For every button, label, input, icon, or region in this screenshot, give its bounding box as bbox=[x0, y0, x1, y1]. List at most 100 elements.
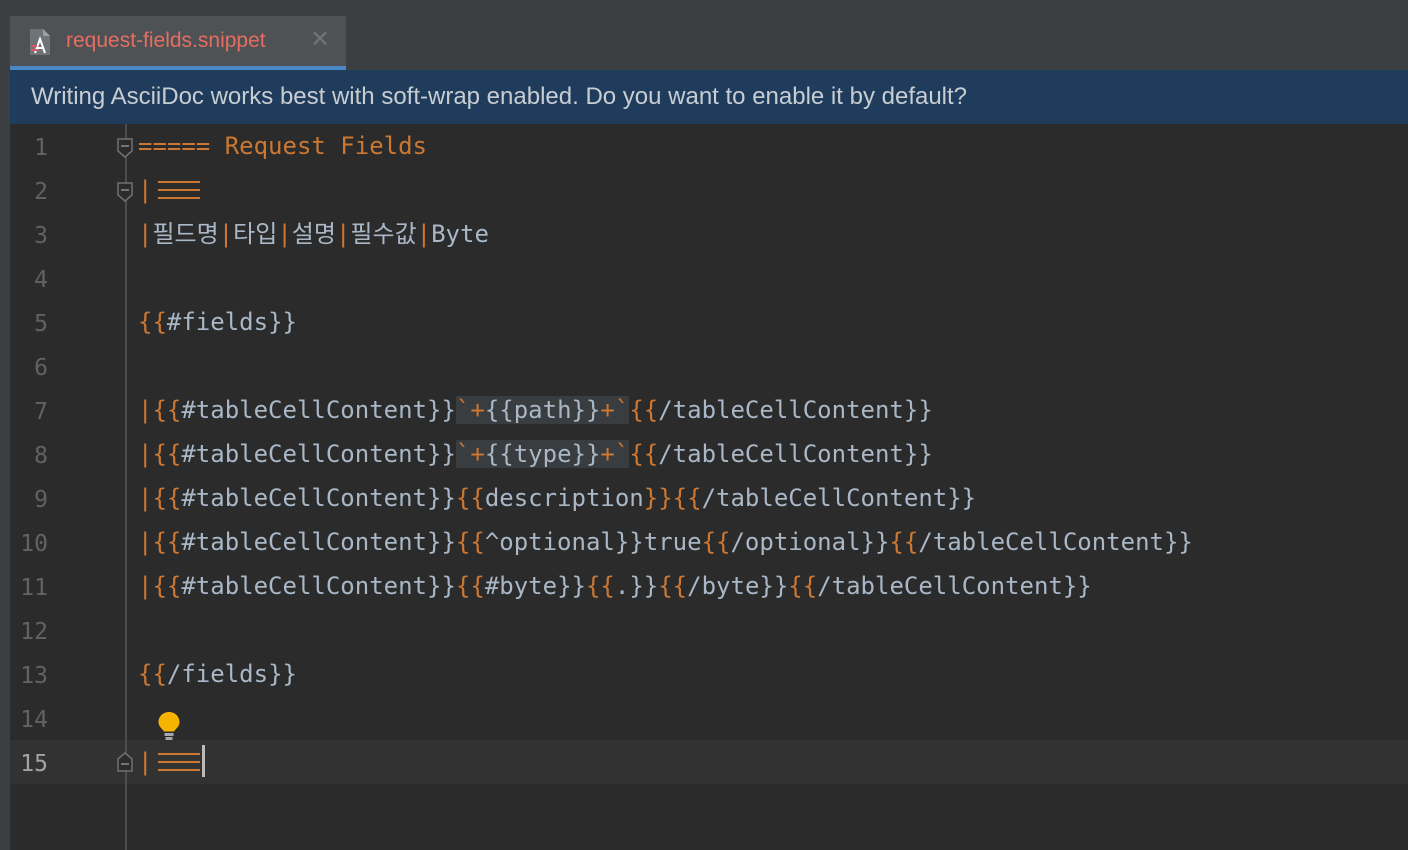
template-tag: ^optional bbox=[484, 528, 615, 556]
current-line-highlight bbox=[10, 740, 1408, 784]
pipe: | bbox=[277, 220, 292, 248]
fold-end-marker-icon[interactable] bbox=[117, 752, 133, 772]
brace: {{ bbox=[455, 572, 485, 600]
close-icon[interactable]: ✕ bbox=[310, 25, 330, 54]
line-number: 10 bbox=[20, 531, 48, 557]
brace: {{ bbox=[701, 528, 731, 556]
line-number: 5 bbox=[34, 311, 48, 337]
template-tag: #tableCellContent bbox=[181, 396, 427, 424]
code-line-9: |{{#tableCellContent}}{{description}}{{/… bbox=[138, 476, 976, 520]
template-tag: #byte bbox=[484, 572, 558, 600]
pipe: | bbox=[138, 528, 153, 556]
pipe: | bbox=[335, 220, 351, 248]
backtick: ` bbox=[614, 440, 630, 468]
line-number: 9 bbox=[34, 487, 48, 513]
lightbulb-icon[interactable] bbox=[156, 710, 182, 742]
table-delimiter: | bbox=[138, 748, 201, 776]
line-number: 11 bbox=[20, 575, 48, 601]
brace: }} bbox=[1062, 572, 1092, 600]
brace: {{ bbox=[484, 396, 514, 424]
template-tag: /tableCellContent bbox=[658, 396, 904, 424]
text-caret bbox=[202, 745, 206, 777]
backtick: ` bbox=[455, 440, 471, 468]
template-tag: #tableCellContent bbox=[181, 440, 427, 468]
brace: }} bbox=[571, 396, 601, 424]
line-number: 2 bbox=[34, 179, 48, 205]
pipe: | bbox=[138, 572, 153, 600]
line-number: 12 bbox=[20, 619, 48, 645]
pipe: | bbox=[138, 484, 153, 512]
header-cell: 필드명 bbox=[152, 220, 219, 248]
plus: + bbox=[470, 396, 485, 424]
header-cell: 필수값 bbox=[350, 220, 417, 248]
brace: }} bbox=[427, 440, 456, 468]
line-number: 13 bbox=[20, 663, 48, 689]
brace: }} bbox=[571, 440, 601, 468]
code-editor[interactable]: 1 2 3 4 5 6 7 8 9 10 11 12 13 14 15 ====… bbox=[10, 124, 1408, 850]
brace: }} bbox=[903, 396, 933, 424]
brace: {{ bbox=[788, 572, 818, 600]
tab-label: request-fields.snippet bbox=[66, 29, 266, 52]
table-rule-icon bbox=[158, 753, 201, 771]
code-line-13: {{/fields}} bbox=[138, 652, 297, 696]
brace: }} bbox=[614, 528, 644, 556]
inline-code: `+{{path}}+` bbox=[455, 396, 630, 424]
table-delimiter: | bbox=[138, 176, 201, 204]
brace: }} bbox=[268, 660, 297, 688]
template-tag: /tableCellContent bbox=[918, 528, 1164, 556]
brace: }} bbox=[903, 440, 933, 468]
brace: {{ bbox=[484, 440, 514, 468]
brace: {{ bbox=[585, 572, 615, 600]
banner-text: Writing AsciiDoc works best with soft-wr… bbox=[31, 83, 968, 110]
brace: {{ bbox=[152, 396, 182, 424]
template-tag: /fields bbox=[166, 660, 269, 688]
brace: {{ bbox=[152, 440, 182, 468]
brace: }} bbox=[629, 572, 659, 600]
fold-guide-line bbox=[125, 124, 127, 850]
line-number: 1 bbox=[34, 135, 48, 161]
brace: }} bbox=[557, 572, 586, 600]
plus: + bbox=[600, 440, 615, 468]
line-number-gutter: 1 2 3 4 5 6 7 8 9 10 11 12 13 14 15 bbox=[10, 124, 120, 850]
inline-code: `+{{type}}+` bbox=[455, 440, 630, 468]
pipe: | bbox=[416, 220, 432, 248]
code-line-8: |{{#tableCellContent}}`+{{type}}+`{{/tab… bbox=[138, 432, 933, 476]
brace: {{ bbox=[455, 484, 485, 512]
pipe: | bbox=[138, 440, 153, 468]
header-cell: 설명 bbox=[291, 220, 336, 248]
template-tag: /tableCellContent bbox=[817, 572, 1063, 600]
template-var: type bbox=[513, 440, 572, 468]
template-tag: /byte bbox=[687, 572, 760, 600]
asciidoc-file-icon bbox=[30, 29, 50, 55]
literal-value: true bbox=[643, 528, 702, 556]
line-number: 8 bbox=[34, 443, 48, 469]
line-number: 7 bbox=[34, 399, 48, 425]
brace: }} bbox=[759, 572, 789, 600]
editor-tab-bar: request-fields.snippet ✕ bbox=[10, 16, 1408, 71]
line-number: 3 bbox=[34, 223, 48, 249]
brace: }} bbox=[860, 528, 890, 556]
brace: {{ bbox=[138, 660, 167, 688]
fold-marker-icon[interactable] bbox=[117, 138, 133, 158]
code-line-11: |{{#tableCellContent}}{{#byte}}{{.}}{{/b… bbox=[138, 564, 1092, 608]
brace: }} bbox=[427, 484, 456, 512]
brace: {{ bbox=[455, 528, 485, 556]
brace: }} bbox=[427, 396, 456, 424]
pipe: | bbox=[218, 220, 234, 248]
code-line-3: |필드명|타입|설명|필수값|Byte bbox=[138, 212, 489, 256]
template-tag: /optional bbox=[730, 528, 861, 556]
plus: + bbox=[470, 440, 485, 468]
fold-marker-icon[interactable] bbox=[117, 182, 133, 202]
brace: {{ bbox=[889, 528, 919, 556]
brace: {{ bbox=[629, 440, 659, 468]
backtick: ` bbox=[455, 396, 471, 424]
brace: }} bbox=[643, 484, 673, 512]
window-top-strip bbox=[0, 0, 1408, 17]
pipe: | bbox=[138, 396, 153, 424]
brace: {{ bbox=[658, 572, 688, 600]
code-line-2: | bbox=[138, 168, 201, 212]
template-tag: /tableCellContent bbox=[701, 484, 948, 512]
brace: {{ bbox=[152, 484, 182, 512]
template-var: description bbox=[484, 484, 644, 512]
editor-tab[interactable]: request-fields.snippet ✕ bbox=[10, 16, 346, 70]
